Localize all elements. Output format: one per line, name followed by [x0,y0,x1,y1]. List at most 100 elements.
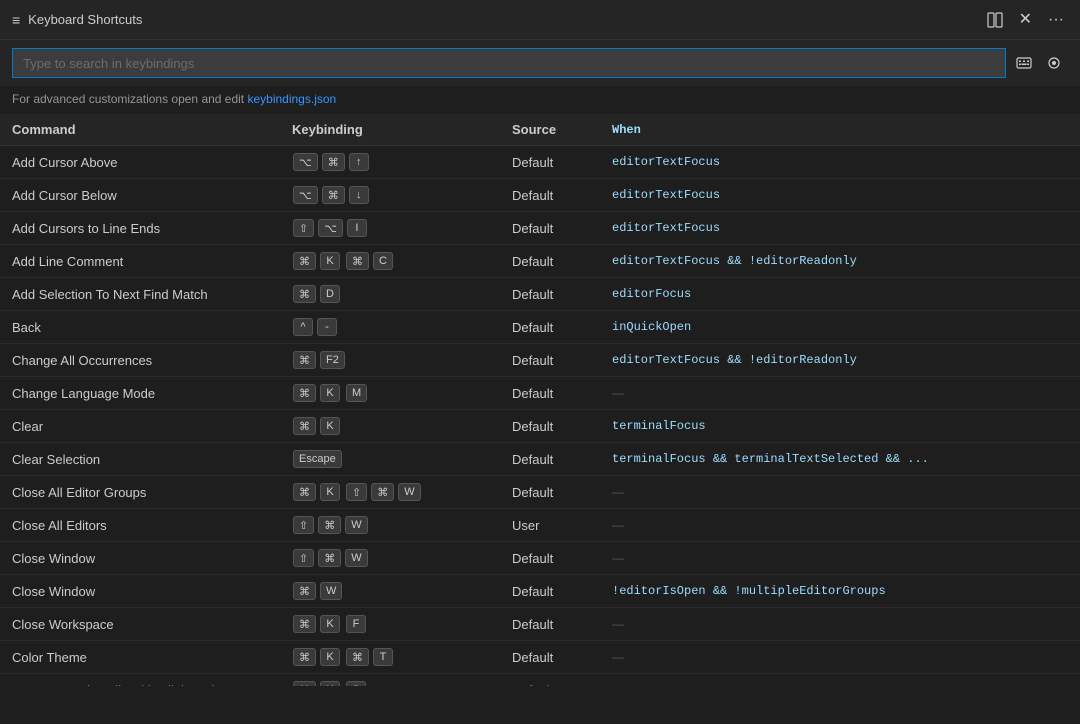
command-cell: Change Language Mode [0,377,280,410]
key-badge: ⌘ [293,252,316,270]
table-row[interactable]: Close Window⇧⌘WDefault— [0,542,1080,575]
key-badge: ⌘ [346,648,369,666]
table-row[interactable]: Change All Occurrences⌘F2DefaulteditorTe… [0,344,1080,377]
key-badge: ⌘ [293,384,316,402]
key-badge: K [320,483,340,501]
key-badge: ↑ [349,153,369,171]
close-button[interactable]: ✕ [1015,8,1036,32]
command-cell: Color Theme [0,641,280,674]
key-badge: F2 [320,351,345,369]
more-button[interactable]: ··· [1044,8,1068,32]
when-text: — [612,386,932,400]
keybindings-link[interactable]: keybindings.json [247,92,336,106]
table-row[interactable]: Back^-DefaultinQuickOpen [0,311,1080,344]
title-left: ≡ Keyboard Shortcuts [12,12,142,28]
key-badge: K [320,384,340,402]
key-badge: ⌥ [293,186,318,204]
table-header-row: Command Keybinding Source When [0,114,1080,146]
key-badge: ⌘ [346,252,369,270]
source-cell: User [500,509,600,542]
key-badge: W [345,516,367,534]
table-row[interactable]: Change Language Mode⌘K MDefault— [0,377,1080,410]
when-text: — [612,650,932,664]
shortcuts-table: Command Keybinding Source When Add Curso… [0,114,1080,686]
keybinding-cell: ⌘K M [280,377,500,410]
keybinding-cell: ⇧⌘W [280,542,500,575]
keybinding-cell: ⌘W [280,575,500,608]
keybinding-cell: ⌥⌘↓ [280,179,500,212]
key-badge: ⌘ [322,153,345,171]
when-text: editorTextFocus [612,188,932,202]
table-row[interactable]: Add Line Comment⌘K ⌘CDefaulteditorTextFo… [0,245,1080,278]
when-cell: — [600,542,1080,575]
when-cell: editorTextFocus [600,212,1080,245]
layout-button[interactable] [983,8,1007,32]
command-cell: Close Window [0,542,280,575]
keybinding-header: Keybinding [280,114,500,146]
search-input[interactable] [12,48,1006,78]
key-badge: ⇧ [293,516,314,534]
when-text: — [612,683,932,686]
command-cell: Clear [0,410,280,443]
key-badge: ⌘ [371,483,394,501]
source-cell: Default [500,410,600,443]
table-row[interactable]: Compare Active File with Clipboard⌘K CDe… [0,674,1080,687]
when-text: editorTextFocus [612,155,932,169]
record-icon-btn[interactable] [1040,51,1068,75]
table-row[interactable]: Close Workspace⌘K FDefault— [0,608,1080,641]
when-text: — [612,617,932,631]
keybinding-cell: ⌘K [280,410,500,443]
table-row[interactable]: Clear SelectionEscapeDefaultterminalFocu… [0,443,1080,476]
command-header: Command [0,114,280,146]
source-cell: Default [500,377,600,410]
when-cell: terminalFocus [600,410,1080,443]
when-cell: — [600,509,1080,542]
title-text: Keyboard Shortcuts [28,12,142,27]
key-badge: K [320,252,340,270]
command-cell: Clear Selection [0,443,280,476]
info-text: For advanced customizations open and edi… [12,92,247,106]
keyboard-icon-btn[interactable] [1010,51,1038,75]
when-cell: editorTextFocus && !editorReadonly [600,245,1080,278]
table-row[interactable]: Close Window⌘WDefault!editorIsOpen && !m… [0,575,1080,608]
source-cell: Default [500,443,600,476]
hamburger-icon[interactable]: ≡ [12,12,20,28]
when-cell: — [600,377,1080,410]
keybinding-cell: Escape [280,443,500,476]
keybinding-cell: ⇧⌥I [280,212,500,245]
key-badge: ⌘ [322,186,345,204]
table-row[interactable]: Add Selection To Next Find Match⌘DDefaul… [0,278,1080,311]
keybinding-cell: ⇧⌘W [280,509,500,542]
when-text: terminalFocus [612,419,932,433]
key-badge: T [373,648,393,666]
when-cell: inQuickOpen [600,311,1080,344]
command-cell: Close All Editors [0,509,280,542]
table-row[interactable]: Color Theme⌘K ⌘TDefault— [0,641,1080,674]
key-badge: I [347,219,367,237]
key-badge: ⌘ [293,582,316,600]
keybinding-cell: ^- [280,311,500,344]
command-cell: Close Workspace [0,608,280,641]
key-badge: ↓ [349,186,369,204]
key-badge: C [346,681,366,686]
key-badge: M [346,384,367,402]
when-cell: editorTextFocus [600,146,1080,179]
table-row[interactable]: Close All Editors⇧⌘WUser— [0,509,1080,542]
title-right: ✕ ··· [983,8,1068,32]
table-row[interactable]: Add Cursors to Line Ends⇧⌥IDefaulteditor… [0,212,1080,245]
key-badge: D [320,285,340,303]
table-row[interactable]: Add Cursor Below⌥⌘↓DefaulteditorTextFocu… [0,179,1080,212]
table-row[interactable]: Clear⌘KDefault terminalFocus [0,410,1080,443]
key-badge: ⌘ [293,285,316,303]
when-text: editorTextFocus [612,221,932,235]
source-cell: Default [500,146,600,179]
table-row[interactable]: Close All Editor Groups⌘K ⇧⌘WDefault— [0,476,1080,509]
when-text: editorFocus [612,287,932,301]
keybinding-cell: ⌘K ⌘C [280,245,500,278]
source-cell: Default [500,674,600,687]
title-bar: ≡ Keyboard Shortcuts ✕ ··· [0,0,1080,40]
key-badge: W [345,549,367,567]
table-row[interactable]: Add Cursor Above⌥⌘↑DefaulteditorTextFocu… [0,146,1080,179]
when-text: — [612,551,932,565]
key-badge: ⌘ [318,549,341,567]
